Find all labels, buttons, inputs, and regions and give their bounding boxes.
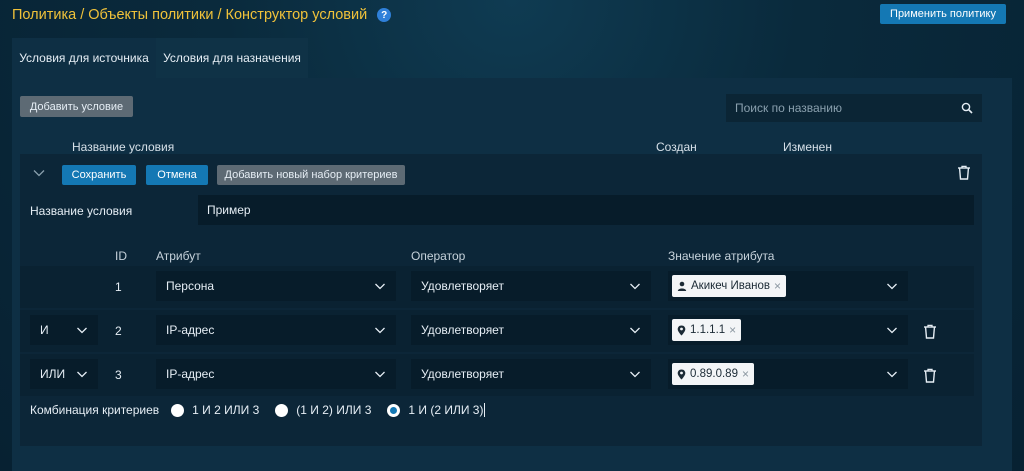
condition-card: Сохранить Отмена Добавить новый набор кр… [20,154,982,446]
delete-row-trash-icon[interactable] [923,324,937,339]
attribute-select-value: IP-адрес [166,323,215,337]
save-button[interactable]: Сохранить [62,165,136,185]
location-pin-icon [677,369,686,379]
combination-option-label: (1 И 2) ИЛИ 3 [296,403,372,417]
cancel-button[interactable]: Отмена [146,165,208,185]
logic-operator-value: ИЛИ [40,367,66,381]
chevron-down-icon [630,327,640,334]
tab-destination-conditions[interactable]: Условия для назначения [156,38,308,78]
criteria-combination-label: Комбинация критериев [30,403,160,417]
column-header-attribute-value: Значение атрибута [668,249,775,263]
chevron-down-icon [375,283,385,290]
add-criteria-set-button[interactable]: Добавить новый набор критериев [217,165,405,185]
value-tag-label: 1.1.1.1 [690,324,726,336]
value-tag-label: 0.89.0.89 [690,368,738,380]
chevron-down-icon [630,371,640,378]
add-condition-button[interactable]: Добавить условие [20,96,133,117]
remove-tag-icon[interactable]: × [742,367,749,381]
chevron-down-icon [375,327,385,334]
combination-option-1[interactable]: 1 И 2 ИЛИ 3 [171,403,259,417]
breadcrumb: Политика / Объекты политики / Конструкто… [12,5,392,25]
page-title: Политика / Объекты политики / Конструкто… [12,7,368,23]
chevron-down-icon [375,371,385,378]
row-id: 2 [115,324,122,338]
radio-button[interactable] [275,403,289,417]
tab-source-conditions[interactable]: Условия для источника [12,38,156,78]
column-header-created[interactable]: Создан [656,140,697,154]
combination-option-3[interactable]: 1 И (2 ИЛИ 3) [387,403,486,417]
condition-name-label: Название условия [30,204,133,218]
combination-option-label: 1 И (2 ИЛИ 3) [408,403,484,417]
attribute-value-select[interactable]: 0.89.0.89 × [668,359,908,389]
conditions-panel: Добавить условие Название условия Создан… [12,78,1012,471]
value-tag: 0.89.0.89 × [672,363,754,385]
combination-option-2[interactable]: (1 И 2) ИЛИ 3 [275,403,371,417]
criteria-row: ИЛИ 3 IP-адрес Удовлетворяет 0.89.0.89 × [20,354,974,396]
column-header-id: ID [115,249,127,263]
row-id: 1 [115,280,122,294]
criteria-row: 1 Персона Удовлетворяет Акикеч Иванов × [20,266,974,308]
radio-button-checked[interactable] [387,403,401,417]
chevron-down-icon [887,371,897,378]
logic-operator-select[interactable]: И [30,315,98,345]
attribute-select[interactable]: IP-адрес [156,315,396,345]
text-cursor [484,403,486,417]
tab-bar: Условия для источника Условия для назнач… [12,38,308,78]
person-icon [677,281,687,291]
help-icon[interactable]: ? [377,8,392,22]
criteria-row: И 2 IP-адрес Удовлетворяет 1.1.1.1 × [20,310,974,352]
combination-option-label: 1 И 2 ИЛИ 3 [192,403,260,417]
delete-condition-trash-icon[interactable] [957,165,971,180]
collapse-chevron-icon[interactable] [32,166,46,180]
chevron-down-icon [630,283,640,290]
search-input[interactable] [735,101,961,115]
operator-select-value: Удовлетворяет [421,323,504,337]
criteria-combination: Комбинация критериев 1 И 2 ИЛИ 3 (1 И 2)… [30,403,501,417]
attribute-value-select[interactable]: 1.1.1.1 × [668,315,908,345]
attribute-select-value: IP-адрес [166,367,215,381]
apply-policy-button[interactable]: Применить политику [880,4,1006,24]
operator-select[interactable]: Удовлетворяет [411,359,651,389]
remove-tag-icon[interactable]: × [729,323,736,337]
operator-select[interactable]: Удовлетворяет [411,315,651,345]
logic-operator-select[interactable]: ИЛИ [30,359,98,389]
operator-select-value: Удовлетворяет [421,367,504,381]
row-id: 3 [115,368,122,382]
logic-operator-value: И [40,323,49,337]
column-header-attribute: Атрибут [156,249,201,263]
radio-button[interactable] [171,403,185,417]
attribute-value-select[interactable]: Акикеч Иванов × [668,271,908,301]
remove-tag-icon[interactable]: × [774,279,781,293]
delete-row-trash-icon[interactable] [923,368,937,383]
operator-select-value: Удовлетворяет [421,279,504,293]
column-header-modified[interactable]: Изменен [783,140,832,154]
attribute-select[interactable]: Персона [156,271,396,301]
value-tag-label: Акикеч Иванов [691,280,770,292]
value-tag: 1.1.1.1 × [672,319,742,341]
chevron-down-icon [887,283,897,290]
attribute-select-value: Персона [166,279,215,293]
column-header-name[interactable]: Название условия [72,140,174,154]
location-pin-icon [677,325,686,335]
chevron-down-icon [887,327,897,334]
value-tag: Акикеч Иванов × [672,275,786,297]
search-box [726,94,982,122]
search-icon[interactable] [961,102,973,114]
attribute-select[interactable]: IP-адрес [156,359,396,389]
operator-select[interactable]: Удовлетворяет [411,271,651,301]
chevron-down-icon [77,327,87,334]
chevron-down-icon [77,371,87,378]
column-header-operator: Оператор [411,249,466,263]
condition-name-input[interactable] [198,195,974,225]
